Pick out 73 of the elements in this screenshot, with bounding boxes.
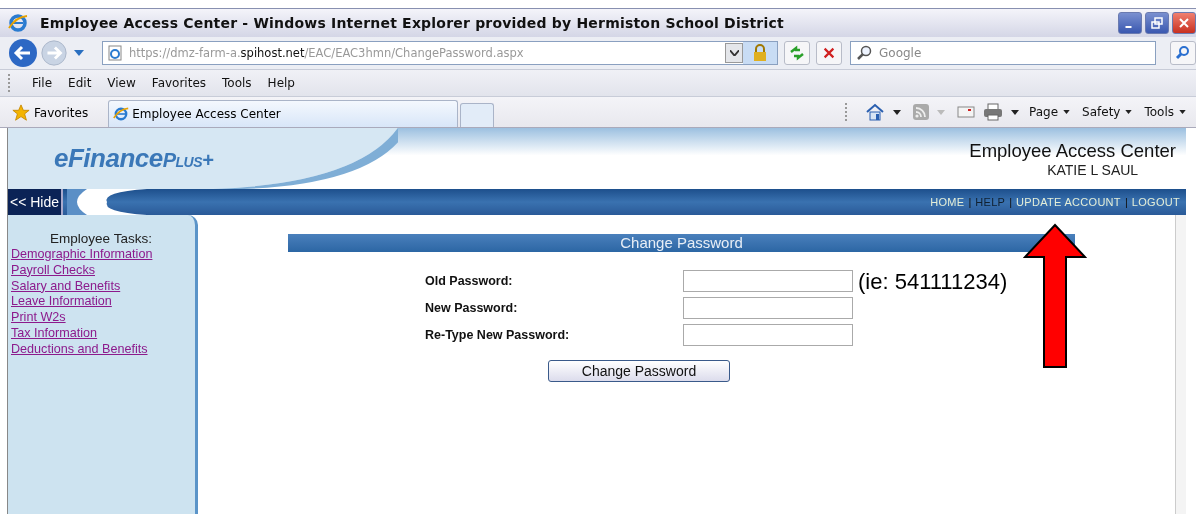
sidebar-link[interactable]: Tax Information — [11, 326, 191, 342]
caret-icon[interactable] — [893, 109, 901, 115]
minimize-icon — [1125, 26, 1132, 28]
password-field[interactable] — [683, 270, 853, 292]
chevron-icon — [729, 50, 739, 56]
address-field[interactable]: https://dmz-farm-a.spihost.net/EAC/EAC3hmn/ChangePassword.aspx — [102, 41, 778, 65]
home-icon[interactable] — [865, 102, 885, 122]
nav-link[interactable]: UPDATE ACCOUNT — [1016, 196, 1121, 208]
back-icon — [8, 38, 38, 68]
refresh-button[interactable] — [784, 41, 810, 65]
search-icon — [1175, 45, 1191, 61]
caret-icon — [937, 109, 945, 115]
close-icon — [1178, 17, 1190, 29]
refresh-icon — [789, 45, 805, 61]
sidebar-link[interactable]: Demographic Information — [11, 247, 191, 263]
caret-icon[interactable] — [1011, 109, 1019, 115]
page-icon — [107, 45, 123, 61]
dropdown-button[interactable] — [725, 43, 743, 63]
command-menu[interactable]: Tools — [1144, 105, 1186, 119]
hide-button[interactable]: << Hide — [8, 189, 64, 215]
annotation-note: (ie: 541111234) — [858, 269, 1008, 295]
separator: | — [968, 196, 972, 208]
stop-button[interactable] — [816, 41, 842, 65]
field-label: Re-Type New Password: — [425, 328, 571, 342]
scrollbar[interactable] — [1175, 215, 1186, 514]
browser-logo-icon — [113, 106, 130, 122]
minimize-button[interactable] — [1118, 12, 1142, 34]
stop-icon — [822, 46, 836, 60]
form-title-bar: Change Password — [288, 234, 1075, 252]
search-icon — [856, 45, 872, 61]
separator: | — [1009, 196, 1013, 208]
favorites-button[interactable]: Favorites — [10, 99, 93, 127]
command-menu[interactable]: Page — [1029, 105, 1071, 119]
caret-icon — [1063, 110, 1071, 114]
sidebar-link[interactable]: Deductions and Benefits — [11, 341, 191, 358]
menu-item[interactable]: Help — [259, 76, 303, 90]
user-name: KATIE L SAUL — [1047, 161, 1139, 178]
app-title: Employee Access Center — [969, 139, 1176, 162]
nav-link[interactable]: HOME — [930, 196, 965, 208]
menu-item[interactable]: Edit — [60, 76, 100, 90]
nav-link[interactable]: LOGOUT — [1131, 196, 1180, 208]
close-button[interactable] — [1172, 12, 1196, 34]
command-menu[interactable]: Safety — [1082, 105, 1133, 119]
sidebar-link[interactable]: Payroll Checks — [11, 262, 191, 279]
printer-icon[interactable] — [983, 103, 1003, 121]
separator: | — [1124, 196, 1128, 208]
restore-button[interactable] — [1145, 12, 1169, 34]
sidebar-link[interactable]: Salary and Benefits — [11, 278, 191, 295]
forward-icon — [40, 39, 68, 67]
search-button[interactable] — [1170, 41, 1196, 65]
password-field[interactable] — [683, 324, 853, 346]
caret-icon — [1179, 110, 1186, 114]
restore-icon — [1151, 17, 1163, 29]
star-icon — [12, 104, 30, 122]
menu-item[interactable]: Favorites — [143, 76, 215, 90]
menu-item[interactable]: File — [24, 76, 61, 90]
change-password-button[interactable]: Change Password — [548, 360, 730, 382]
field-label: Old Password: — [425, 274, 514, 288]
sidebar-heading: Employee Tasks: — [49, 231, 153, 246]
browser-logo-icon — [8, 13, 28, 33]
window-title: Employee Access Center - Windows Internet Explorer provided by Hermiston School District — [40, 15, 784, 31]
password-field[interactable] — [683, 297, 853, 319]
mail-icon[interactable] — [957, 105, 975, 119]
back-button[interactable] — [8, 38, 38, 68]
sidebar-link[interactable]: Leave Information — [11, 294, 191, 311]
search-field[interactable]: Google — [850, 41, 1156, 65]
menu-item[interactable]: Tools — [214, 76, 260, 90]
sidebar-link[interactable]: Print W2s — [11, 310, 191, 326]
efinanceplus-logo: eFinancePlus+ — [54, 143, 214, 174]
caret-icon — [1125, 110, 1133, 114]
browser-tab[interactable]: Employee Access Center — [108, 100, 459, 127]
menu-item[interactable]: View — [99, 76, 144, 90]
field-label: New Password: — [425, 301, 519, 315]
